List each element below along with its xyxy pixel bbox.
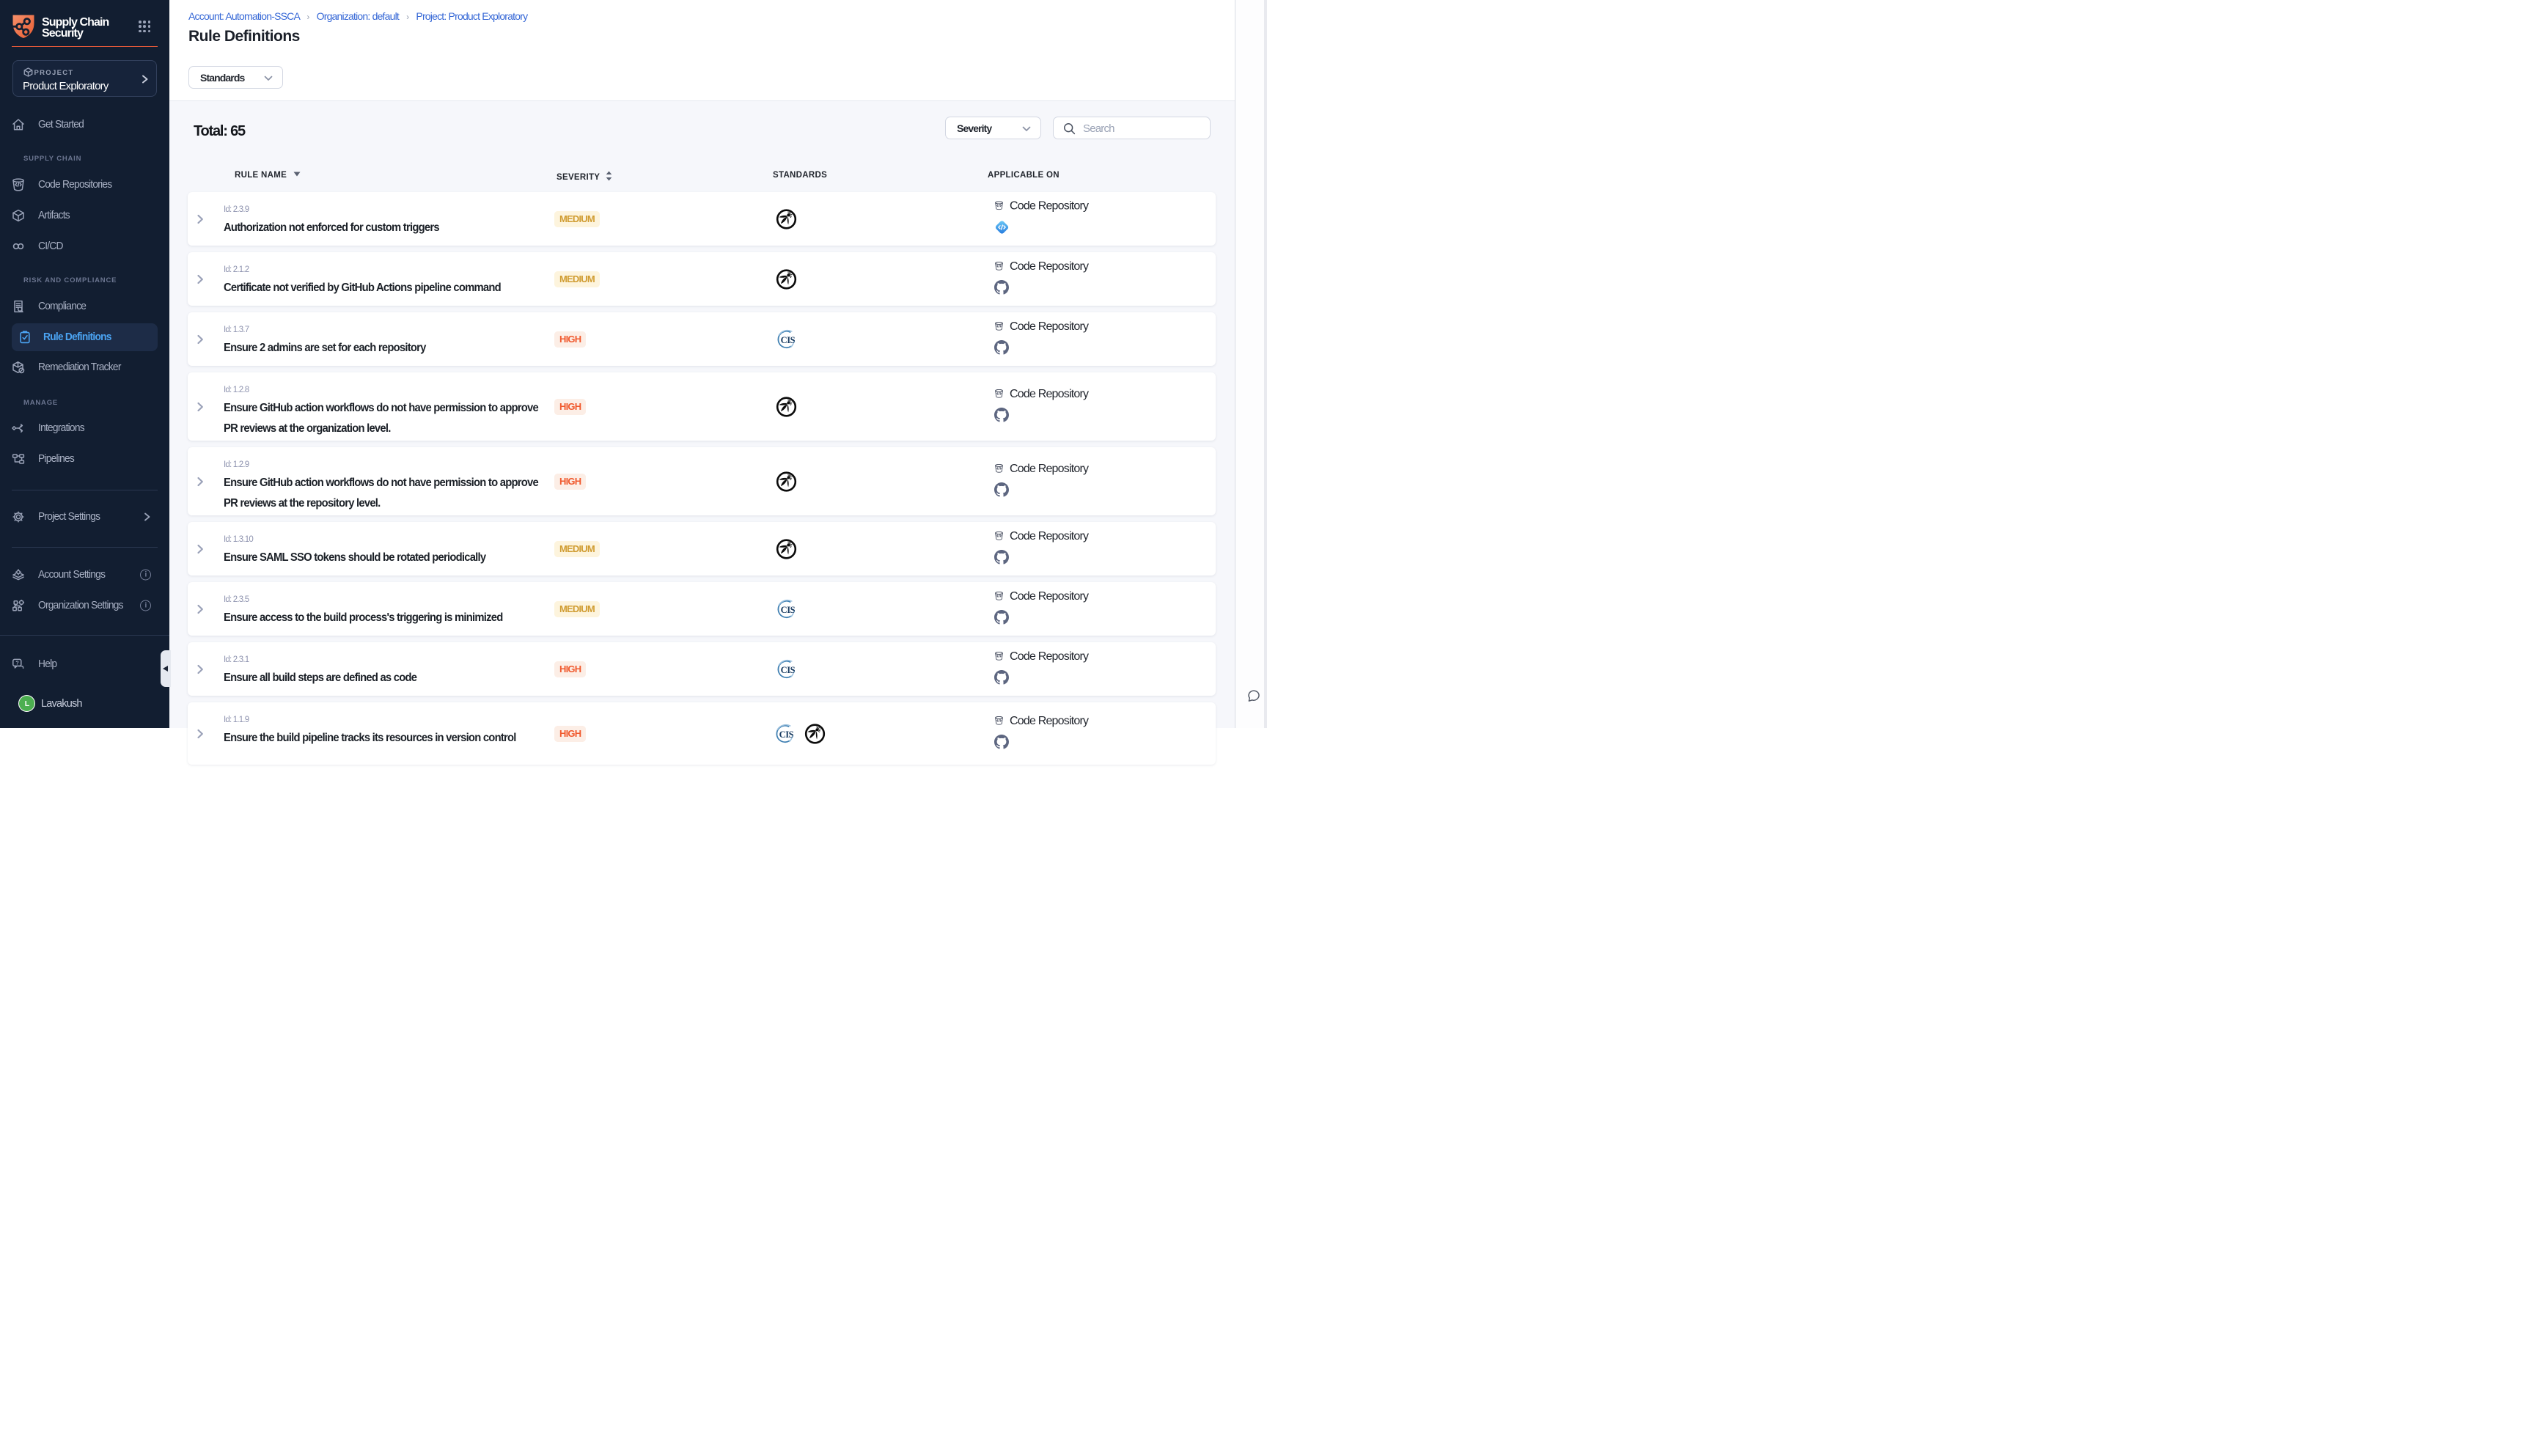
svg-text:CIS: CIS <box>781 334 796 345</box>
svg-text:?: ? <box>15 659 19 666</box>
svg-text:CIS: CIS <box>779 729 794 739</box>
svg-text:CIS: CIS <box>781 664 796 674</box>
svg-text:CIS: CIS <box>781 604 796 614</box>
